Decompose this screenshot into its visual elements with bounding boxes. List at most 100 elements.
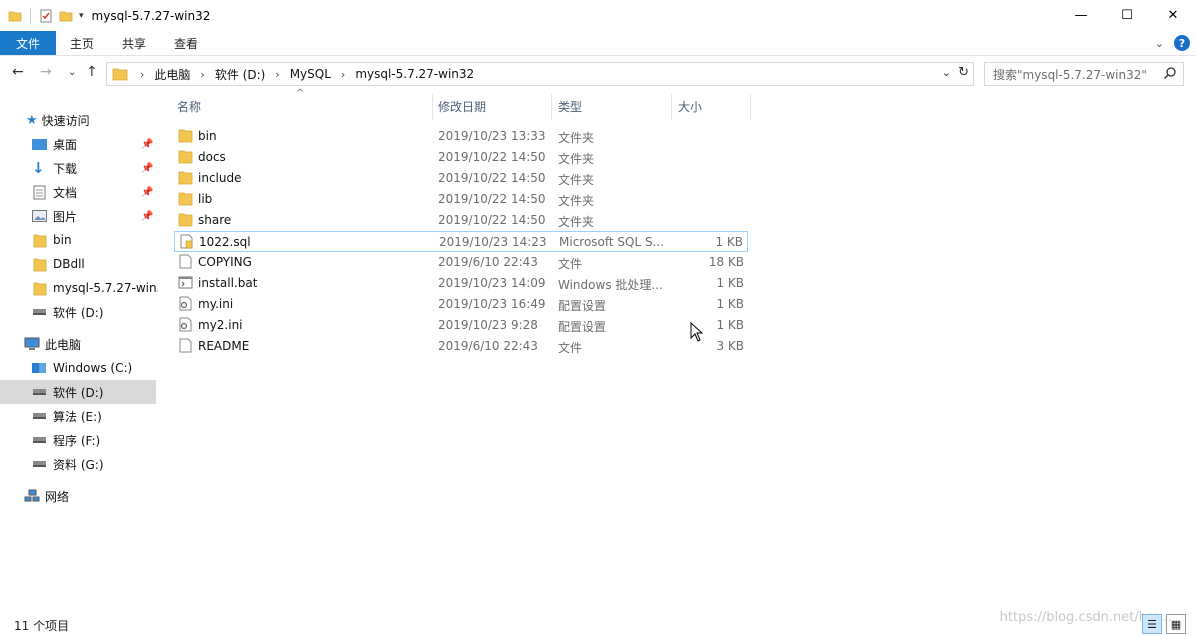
refresh-icon[interactable]: ↻ (958, 65, 969, 80)
column-divider[interactable] (671, 94, 672, 120)
mouse-cursor-icon (690, 322, 704, 342)
file-date: 2019/10/22 14:50 (438, 192, 546, 206)
search-input[interactable]: 搜索"mysql-5.7.27-win32" (984, 62, 1184, 86)
sidebar-item-quick-drive-d[interactable]: 软件 (D:) (0, 300, 158, 324)
sidebar-item-label: bin (53, 233, 72, 247)
file-date: 2019/10/23 14:09 (438, 276, 546, 290)
column-header-date[interactable]: 修改日期 (438, 92, 486, 120)
file-row-install-bat[interactable]: install.bat 2019/10/23 14:09 Windows 批处理… (174, 273, 748, 294)
breadcrumb-this-pc[interactable]: 此电脑 (154, 66, 190, 83)
sidebar-item-drive-g[interactable]: 资料 (G:) (0, 452, 158, 476)
close-button[interactable]: ✕ (1150, 0, 1196, 30)
quick-access-toolbar: ▾ (0, 8, 84, 24)
file-row-lib[interactable]: lib 2019/10/22 14:50 文件夹 (174, 189, 748, 210)
tab-home[interactable]: 主页 (56, 31, 108, 55)
sidebar-item-dbdll[interactable]: DBdll (0, 252, 158, 276)
breadcrumb-mysql[interactable]: MySQL (290, 67, 331, 81)
up-arrow-icon[interactable]: ↑ (86, 64, 98, 80)
tab-view[interactable]: 查看 (160, 31, 212, 55)
folder-icon (178, 150, 193, 164)
column-divider[interactable] (432, 94, 433, 120)
address-dropdown-icon[interactable]: ⌄ (942, 66, 951, 79)
column-divider[interactable] (551, 94, 552, 120)
recent-locations-icon[interactable]: ⌄ (68, 67, 76, 78)
sidebar-item-label: 下载 (53, 161, 78, 176)
drive-icon (33, 389, 46, 395)
forward-arrow-icon[interactable]: → (40, 64, 52, 80)
pin-icon[interactable]: 📌 (141, 163, 153, 174)
drive-icon (33, 309, 46, 315)
file-row-share[interactable]: share 2019/10/22 14:50 文件夹 (174, 210, 748, 231)
breadcrumb-separator-icon[interactable]: › (341, 68, 345, 81)
breadcrumb-current-folder[interactable]: mysql-5.7.27-win32 (355, 67, 474, 81)
column-header-name[interactable]: 名称 (177, 92, 201, 120)
star-icon: ★ (26, 112, 38, 128)
minimize-button[interactable]: — (1058, 0, 1104, 30)
file-row-readme[interactable]: README 2019/6/10 22:43 文件 3 KB (174, 336, 748, 357)
sidebar-item-drive-f[interactable]: 程序 (F:) (0, 428, 158, 452)
sidebar-item-label: 网络 (45, 489, 70, 504)
sidebar-item-quick-access[interactable]: ★ 快速访问 (0, 108, 158, 132)
folder-icon (8, 11, 22, 22)
breadcrumb-separator-icon[interactable]: › (140, 68, 144, 81)
file-icon (179, 338, 192, 353)
column-header-size[interactable]: 大小 (678, 92, 702, 120)
file-size: 1 KB (716, 276, 744, 290)
back-arrow-icon[interactable]: ← (12, 64, 24, 80)
new-folder-icon[interactable] (59, 9, 73, 23)
sidebar-item-drive-c[interactable]: Windows (C:) (0, 356, 158, 380)
file-type: Windows 批处理... (558, 278, 663, 292)
file-date: 2019/10/23 16:49 (438, 297, 546, 311)
windows-drive-icon (32, 363, 46, 373)
breadcrumb-drive-d[interactable]: 软件 (D:) (215, 66, 265, 83)
breadcrumb-separator-icon[interactable]: › (200, 68, 204, 81)
pin-icon[interactable]: 📌 (141, 139, 153, 150)
document-icon (33, 185, 46, 199)
column-divider[interactable] (750, 94, 751, 120)
file-date: 2019/6/10 22:43 (438, 255, 538, 269)
file-row-docs[interactable]: docs 2019/10/22 14:50 文件夹 (174, 147, 748, 168)
customize-toolbar-dropdown-icon[interactable]: ▾ (79, 11, 84, 21)
file-type: 文件夹 (558, 173, 595, 187)
sidebar-item-drive-e[interactable]: 算法 (E:) (0, 404, 158, 428)
pin-icon[interactable]: 📌 (141, 187, 153, 198)
sidebar-item-label: 快速访问 (41, 113, 90, 128)
sidebar-item-drive-d[interactable]: 软件 (D:) (0, 380, 156, 404)
file-row-include[interactable]: include 2019/10/22 14:50 文件夹 (174, 168, 748, 189)
file-type: 文件夹 (558, 152, 595, 166)
large-icons-view-icon[interactable]: ▦ (1166, 614, 1186, 634)
sidebar-item-bin[interactable]: bin (0, 228, 158, 252)
expand-ribbon-icon[interactable]: ⌄ (1155, 37, 1164, 50)
drive-icon (33, 413, 46, 419)
file-date: 2019/10/23 9:28 (438, 318, 538, 332)
file-name: lib (198, 192, 213, 206)
file-row-1022-sql[interactable]: 1022.sql 2019/10/23 14:23 Microsoft SQL … (174, 231, 748, 252)
sidebar-item-mysql-folder[interactable]: mysql-5.7.27-win3 (0, 276, 158, 300)
folder-icon (178, 171, 193, 185)
sidebar-item-documents[interactable]: 文档 📌 (0, 180, 158, 204)
pin-icon[interactable]: 📌 (141, 211, 153, 222)
file-row-my-ini[interactable]: my.ini 2019/10/23 16:49 配置设置 1 KB (174, 294, 748, 315)
file-row-bin[interactable]: bin 2019/10/23 13:33 文件夹 (174, 126, 748, 147)
column-header-type[interactable]: 类型 (558, 92, 582, 120)
address-bar[interactable]: › 此电脑 › 软件 (D:) › MySQL › mysql-5.7.27-w… (106, 62, 974, 86)
maximize-button[interactable]: ☐ (1104, 0, 1150, 30)
sidebar-item-desktop[interactable]: 桌面 📌 (0, 132, 158, 156)
sidebar-item-network[interactable]: 网络 (0, 484, 158, 508)
file-date: 2019/10/23 14:23 (439, 235, 547, 249)
status-item-count: 11 个项目 (14, 619, 70, 633)
search-icon[interactable] (1163, 66, 1177, 80)
breadcrumb-separator-icon[interactable]: › (275, 68, 279, 81)
file-name: docs (198, 150, 226, 164)
file-row-copying[interactable]: COPYING 2019/6/10 22:43 文件 18 KB (174, 252, 748, 273)
sidebar-item-this-pc[interactable]: 此电脑 (0, 332, 158, 356)
help-icon[interactable]: ? (1174, 35, 1190, 51)
tab-share[interactable]: 共享 (108, 31, 160, 55)
file-name: bin (198, 129, 217, 143)
tab-file[interactable]: 文件 (0, 31, 56, 55)
properties-icon[interactable] (39, 9, 53, 23)
sidebar-item-pictures[interactable]: 图片 📌 (0, 204, 158, 228)
details-view-icon[interactable]: ☰ (1142, 614, 1162, 634)
sidebar-item-downloads[interactable]: ↓ 下载 📌 (0, 156, 158, 180)
file-row-my2-ini[interactable]: my2.ini 2019/10/23 9:28 配置设置 1 KB (174, 315, 748, 336)
